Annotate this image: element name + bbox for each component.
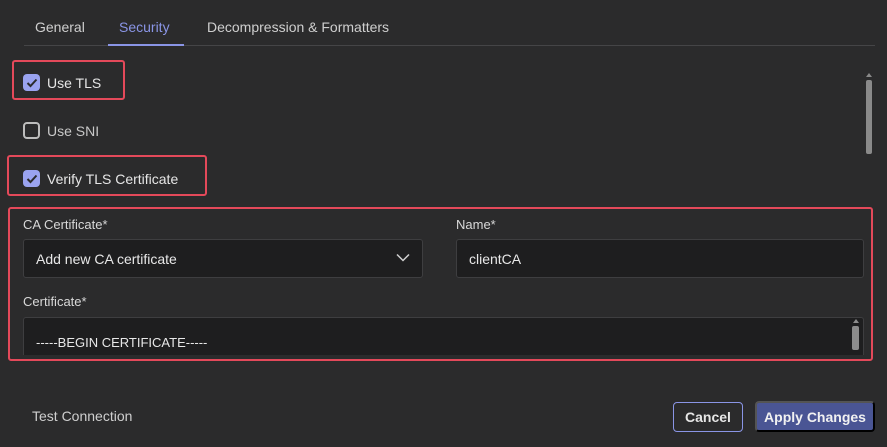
ca-certificate-value: Add new CA certificate (36, 250, 177, 267)
tab-decompression-formatters[interactable]: Decompression & Formatters (207, 19, 389, 35)
certificate-value: -----BEGIN CERTIFICATE----- (36, 335, 208, 350)
use-sni-checkbox[interactable] (23, 122, 40, 139)
ca-certificate-select[interactable]: Add new CA certificate (23, 239, 423, 278)
use-tls-checkbox-row[interactable]: Use TLS (23, 74, 101, 91)
test-connection-button[interactable]: Test Connection (32, 408, 132, 424)
verify-tls-label: Verify TLS Certificate (47, 170, 179, 187)
certificate-label: Certificate* (23, 294, 87, 309)
certificate-scrollbar[interactable] (852, 326, 859, 350)
use-sni-label: Use SNI (47, 122, 100, 139)
certificate-textarea[interactable]: -----BEGIN CERTIFICATE----- (23, 317, 864, 355)
checkmark-icon (26, 174, 37, 183)
active-tab-indicator (108, 44, 184, 46)
tab-general[interactable]: General (35, 19, 85, 35)
certificate-scroll-up-icon[interactable] (853, 319, 859, 323)
verify-tls-checkbox[interactable] (23, 170, 40, 187)
ca-certificate-label: CA Certificate* (23, 217, 108, 232)
apply-changes-button[interactable]: Apply Changes (755, 401, 875, 432)
name-value: clientCA (469, 250, 522, 267)
name-input[interactable]: clientCA (456, 239, 864, 278)
use-sni-checkbox-row[interactable]: Use SNI (23, 122, 99, 139)
checkmark-icon (26, 78, 37, 87)
chevron-down-icon (396, 253, 410, 262)
use-tls-label: Use TLS (47, 74, 102, 91)
cancel-button[interactable]: Cancel (673, 402, 743, 432)
verify-tls-checkbox-row[interactable]: Verify TLS Certificate (23, 170, 178, 187)
use-tls-checkbox[interactable] (23, 74, 40, 91)
scroll-up-arrow-icon[interactable] (866, 73, 872, 77)
name-label: Name* (456, 217, 496, 232)
tab-security[interactable]: Security (119, 19, 170, 35)
panel-scrollbar[interactable] (866, 80, 872, 154)
